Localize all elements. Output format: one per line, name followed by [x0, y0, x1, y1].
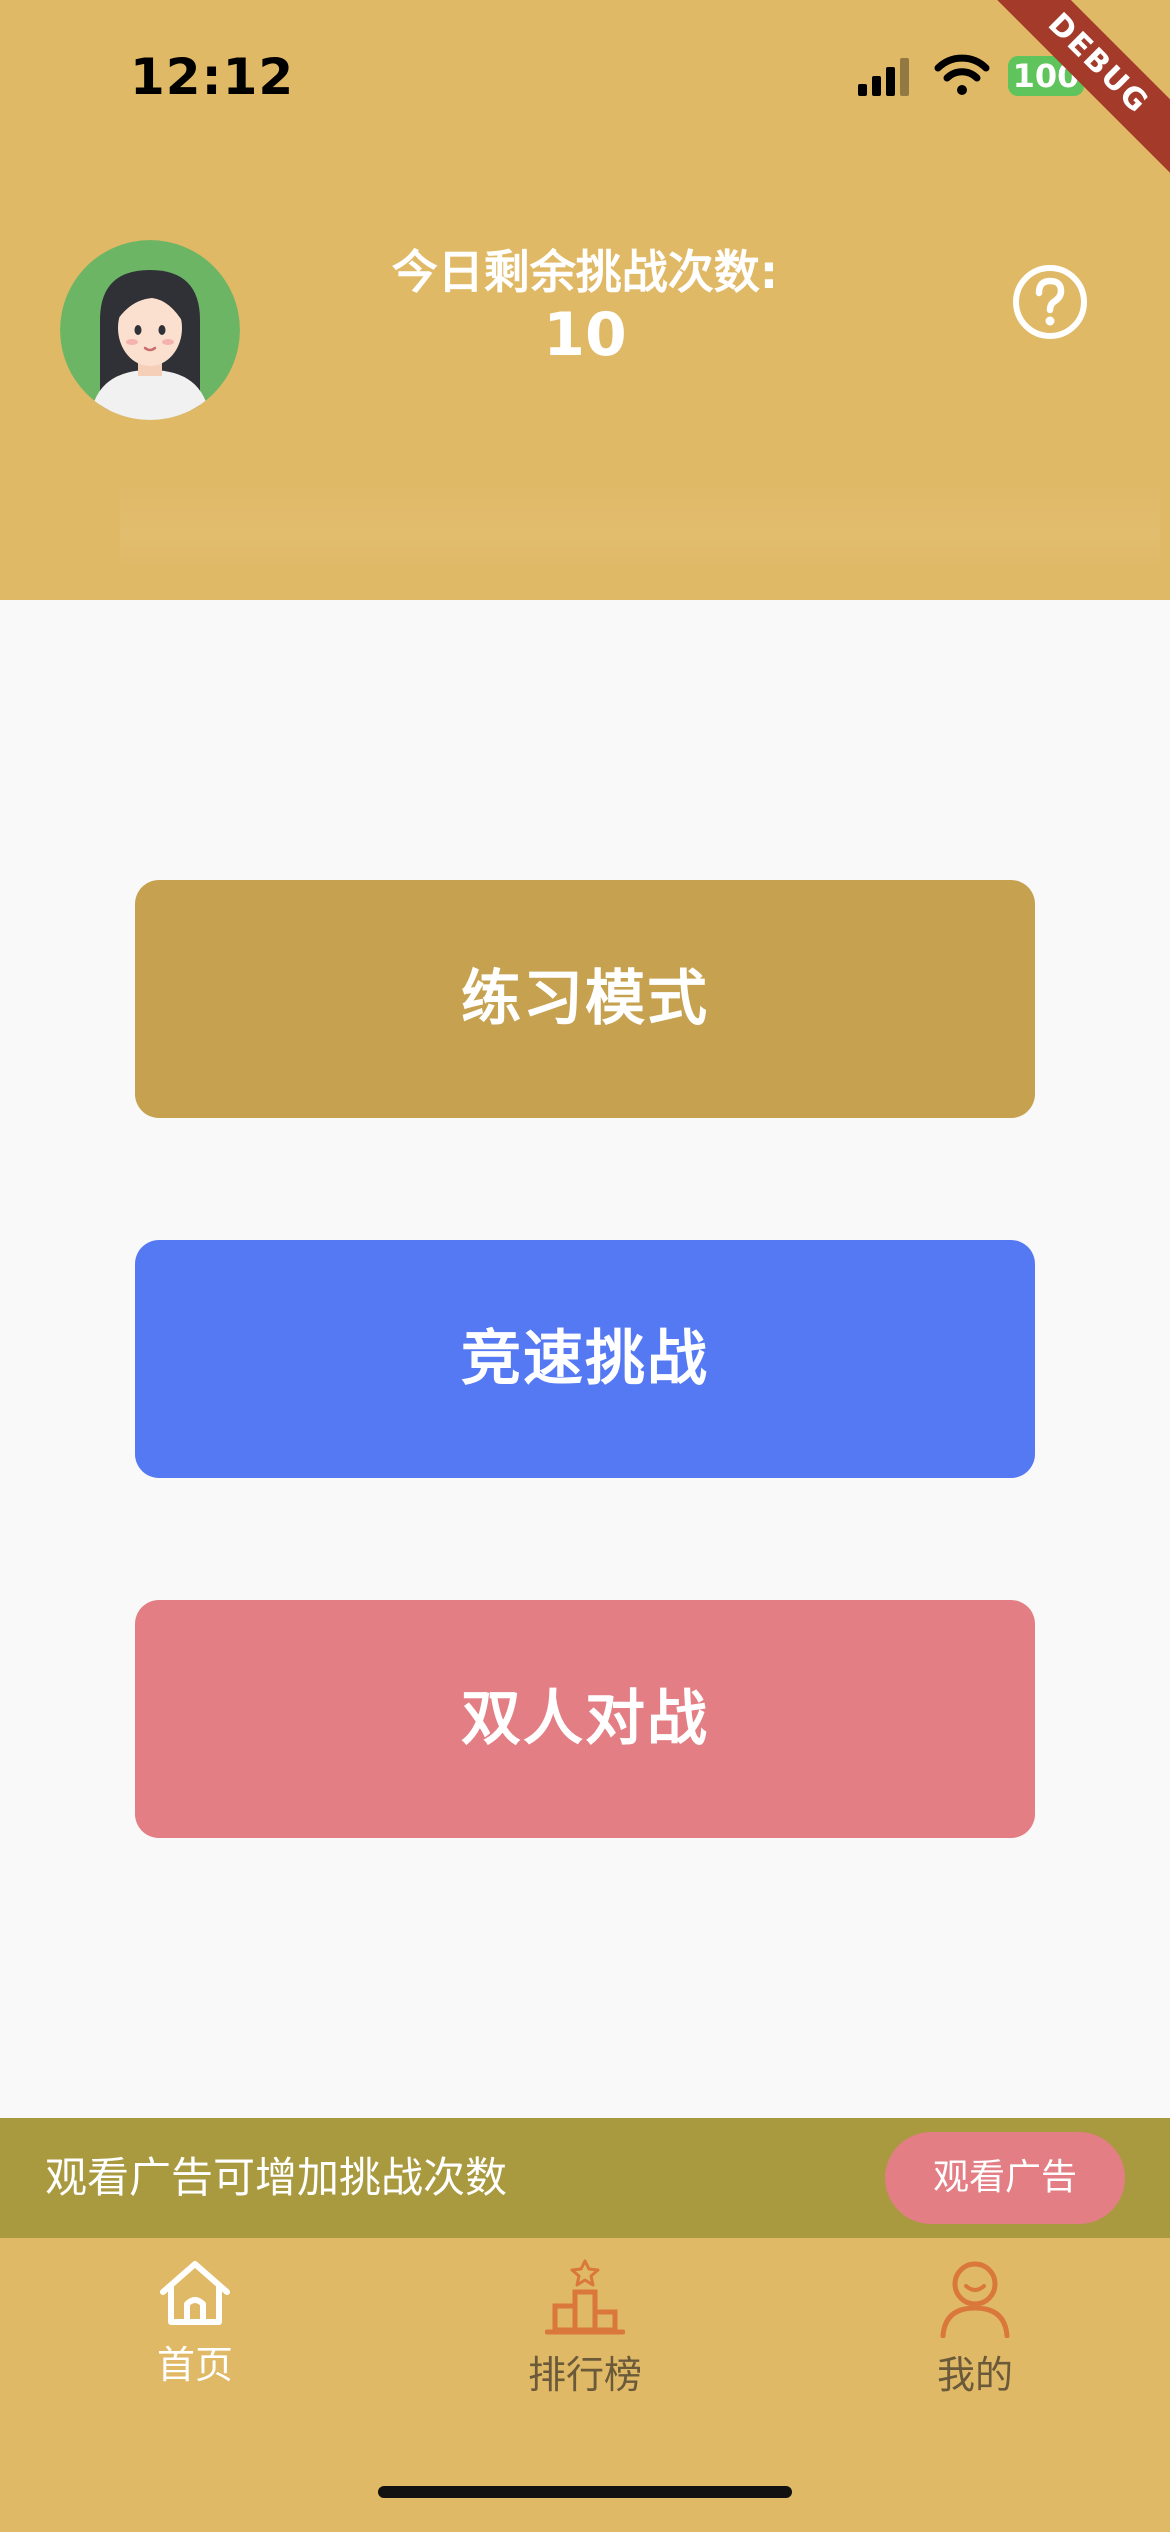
ad-bar: 观看广告可增加挑战次数 观看广告 [0, 2118, 1170, 2238]
nav-label-ranking: 排行榜 [527, 2353, 642, 2397]
help-icon[interactable] [1010, 262, 1090, 342]
avatar[interactable] [60, 240, 240, 420]
challenge-remaining-label: 今日剩余挑战次数: [391, 245, 779, 299]
home-icon [160, 2261, 230, 2325]
debug-label: DEBUG [980, 0, 1170, 182]
debug-banner: DEBUG [970, 0, 1170, 200]
duel-mode-button[interactable]: 双人对战 [135, 1600, 1035, 1838]
ranking-icon [545, 2259, 625, 2335]
ad-hint-text: 观看广告可增加挑战次数 [45, 2153, 508, 2202]
nav-label-home: 首页 [156, 2343, 233, 2387]
home-indicator[interactable] [378, 2486, 792, 2498]
signal-icon [858, 58, 909, 96]
header: 12:12 100 DEBUG 今日剩余挑战次数: 10 [0, 0, 1170, 600]
nav-tab-ranking[interactable]: 排行榜 [465, 2258, 705, 2418]
status-time: 12:12 [130, 48, 295, 106]
challenge-remaining-count: 10 [543, 300, 627, 370]
nav-label-mine: 我的 [936, 2353, 1013, 2397]
bottom-nav: 首页 排行榜 我的 [0, 2238, 1170, 2532]
header-decoration [120, 480, 1160, 570]
practice-mode-button[interactable]: 练习模式 [135, 880, 1035, 1118]
person-icon [940, 2261, 1010, 2338]
nav-tab-mine[interactable]: 我的 [855, 2258, 1095, 2418]
nav-tab-home[interactable]: 首页 [75, 2258, 315, 2418]
watch-ad-button[interactable]: 观看广告 [885, 2132, 1125, 2224]
avatar-illustration-icon [60, 240, 240, 420]
speed-challenge-button[interactable]: 竞速挑战 [135, 1240, 1035, 1478]
